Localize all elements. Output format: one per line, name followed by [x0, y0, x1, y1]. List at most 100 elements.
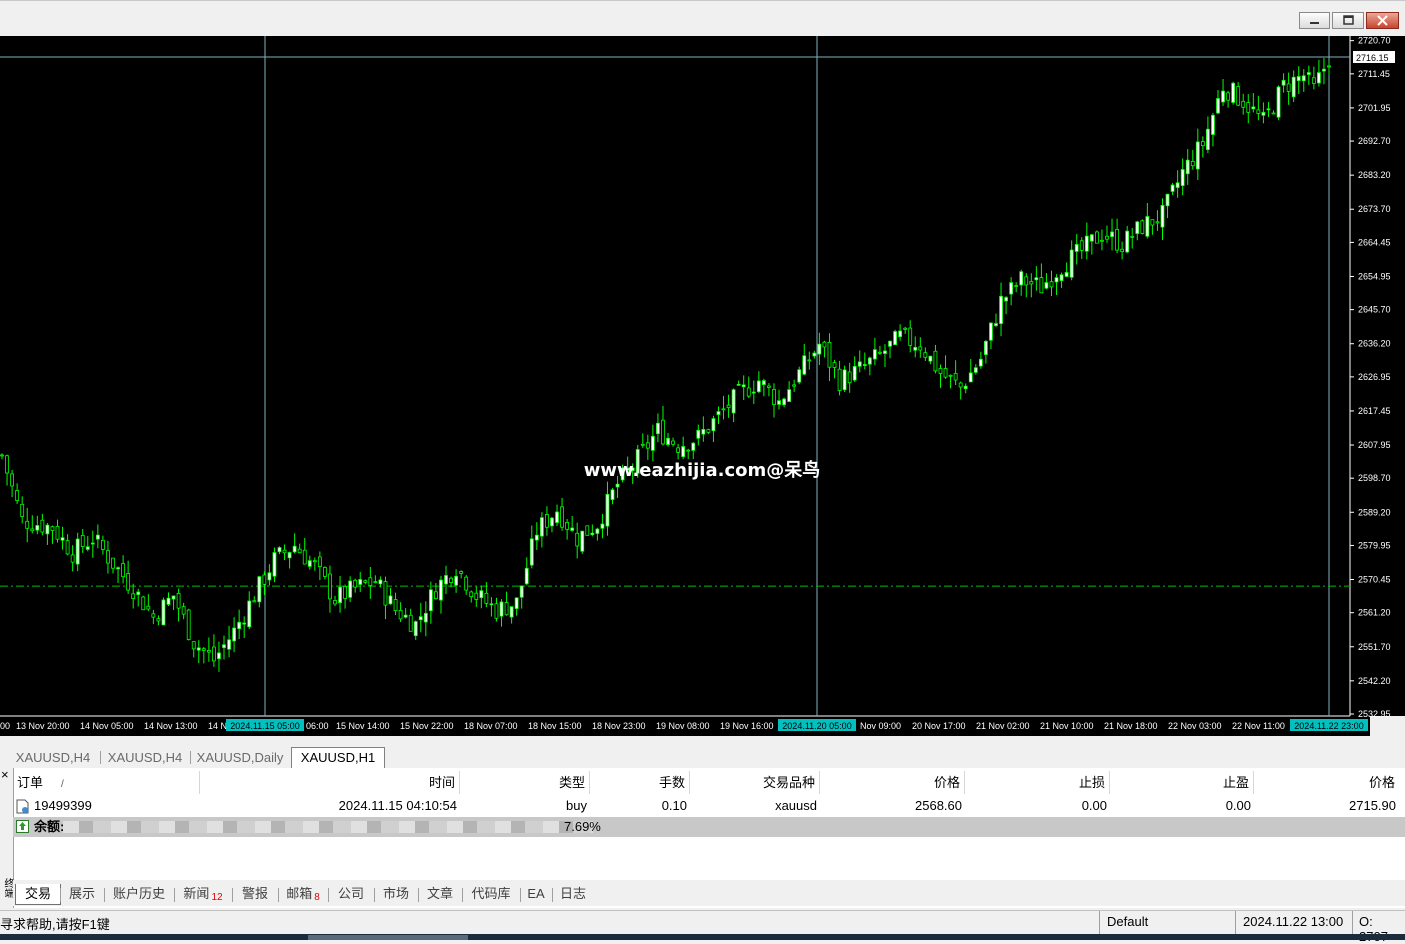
candle-body	[585, 525, 590, 536]
candle-body	[393, 599, 398, 612]
chart-tab-2[interactable]: XAUUSD,Daily	[190, 748, 290, 767]
candle-body	[454, 575, 459, 586]
col-header-symbol[interactable]: 交易品种	[690, 771, 820, 794]
candle-body	[726, 404, 731, 409]
candle-body	[953, 372, 958, 381]
candle-body	[212, 646, 216, 662]
col-header-lots[interactable]: 手数	[590, 771, 690, 794]
terminal-tab-5[interactable]: 邮箱 8	[279, 884, 327, 904]
candle-body	[928, 355, 933, 362]
candle-body	[514, 597, 519, 609]
candle-body	[484, 592, 489, 604]
time-tick-label: 13 Nov 20:00	[16, 721, 70, 731]
candle-body	[1281, 80, 1286, 86]
candle-body	[277, 547, 282, 553]
price-chart[interactable]: 2720.70 2711.45 2701.95 2692.70 2683.20 2673.…	[0, 36, 1405, 736]
candle-body	[252, 600, 257, 603]
price-tick-label: 2636.20	[1358, 339, 1391, 349]
terminal-tab-label: 新闻	[183, 886, 210, 901]
time-tick-label: 21 Nov 10:00	[1040, 721, 1094, 731]
candle-body	[691, 442, 696, 451]
order-sl: 0.00	[1081, 798, 1107, 813]
close-icon	[1377, 15, 1388, 26]
candle-body	[696, 429, 701, 439]
terminal-tab-11[interactable]: 日志	[553, 884, 593, 904]
candle-body	[1175, 182, 1180, 188]
terminal-tab-6[interactable]: 公司	[329, 884, 373, 904]
table-row[interactable]: 19499399 2024.11.15 04:10:54 buy 0.10 xa…	[13, 796, 1405, 816]
candle-body	[746, 387, 751, 397]
candle-body	[338, 586, 342, 603]
terminal-tab-7[interactable]: 市场	[375, 884, 417, 904]
candle-body	[721, 408, 726, 411]
candle-body	[287, 552, 292, 559]
candle-body	[1190, 161, 1195, 167]
terminal-side-label: 终端	[2, 878, 13, 898]
candle-body	[1216, 98, 1220, 114]
candle-body	[1246, 102, 1251, 113]
candle-body	[459, 571, 464, 574]
terminal-tab-1[interactable]: 展示	[61, 884, 103, 904]
col-header-order[interactable]: 订单 /	[13, 771, 200, 794]
price-tick-label: 2561.20	[1358, 608, 1391, 618]
terminal-tab-9[interactable]: 代码库	[463, 884, 519, 904]
terminal-tab-2[interactable]: 账户历史	[105, 884, 173, 904]
candle-body	[186, 609, 191, 640]
candle-body	[1049, 281, 1054, 288]
candle-body	[504, 602, 509, 616]
candle-body	[328, 573, 332, 600]
terminal-tab-3[interactable]: 新闻 12	[175, 884, 231, 904]
candle-body	[388, 595, 393, 605]
candle-body	[862, 364, 867, 366]
terminal-tab-label: 交易	[24, 886, 51, 901]
terminal-tab-10[interactable]: EA	[521, 884, 551, 904]
restore-button[interactable]	[1332, 12, 1364, 29]
terminal-tab-0[interactable]: 交易	[15, 884, 61, 905]
candle-body	[428, 589, 433, 612]
price-tick-label: 2542.20	[1358, 676, 1391, 686]
terminal-tab-label: 文章	[426, 886, 453, 901]
col-header-open-price[interactable]: 价格	[820, 771, 965, 794]
candle-body	[1180, 169, 1185, 187]
candle-body	[686, 449, 691, 452]
col-header-type[interactable]: 类型	[460, 771, 590, 794]
candle-body	[262, 574, 267, 585]
chart-window[interactable]: 2720.70 2711.45 2701.95 2692.70 2683.20 2673.…	[0, 36, 1405, 736]
candle-body	[963, 385, 968, 390]
candle-body	[807, 359, 812, 362]
candle-body	[1054, 277, 1059, 283]
candle-body	[201, 648, 206, 651]
chart-tab-0[interactable]: XAUUSD,H4	[3, 748, 103, 767]
candle-body	[136, 591, 141, 595]
terminal-tab-8[interactable]: 文章	[419, 884, 461, 904]
candle-body	[610, 489, 615, 500]
candle-body	[1069, 249, 1074, 278]
terminal-close-icon[interactable]: ×	[1, 768, 9, 782]
price-tick-label: 2720.70	[1358, 36, 1391, 46]
order-lots: 0.10	[661, 798, 687, 813]
candle-body	[600, 523, 605, 529]
candle-body	[802, 355, 807, 375]
minimize-button[interactable]	[1299, 12, 1330, 29]
restore-icon	[1343, 15, 1354, 25]
time-tick-label: 18 Nov 23:00	[592, 721, 646, 731]
candle-body	[645, 442, 650, 449]
separator-date-label: 2024.11.20 05:00	[782, 721, 851, 731]
col-header-tp[interactable]: 止盈	[1110, 771, 1254, 794]
chart-tab-1[interactable]: XAUUSD,H4	[100, 748, 190, 767]
col-header-sl[interactable]: 止损	[965, 771, 1110, 794]
terminal-tab-4[interactable]: 警报	[233, 884, 277, 904]
time-tick-label: 00	[0, 721, 10, 731]
col-header-price[interactable]: 价格	[1254, 771, 1399, 794]
candle-body	[227, 639, 231, 650]
chart-tab-3[interactable]: XAUUSD,H1	[291, 747, 385, 769]
candle-body	[206, 650, 211, 653]
close-button[interactable]	[1366, 12, 1399, 29]
candle-body	[413, 621, 418, 637]
candle-body	[1130, 235, 1135, 238]
col-header-time[interactable]: 时间	[200, 771, 460, 794]
candle-body	[292, 545, 297, 553]
candle-body	[439, 579, 443, 601]
time-tick-label: 21 Nov 02:00	[976, 721, 1030, 731]
candle-body	[590, 532, 595, 536]
